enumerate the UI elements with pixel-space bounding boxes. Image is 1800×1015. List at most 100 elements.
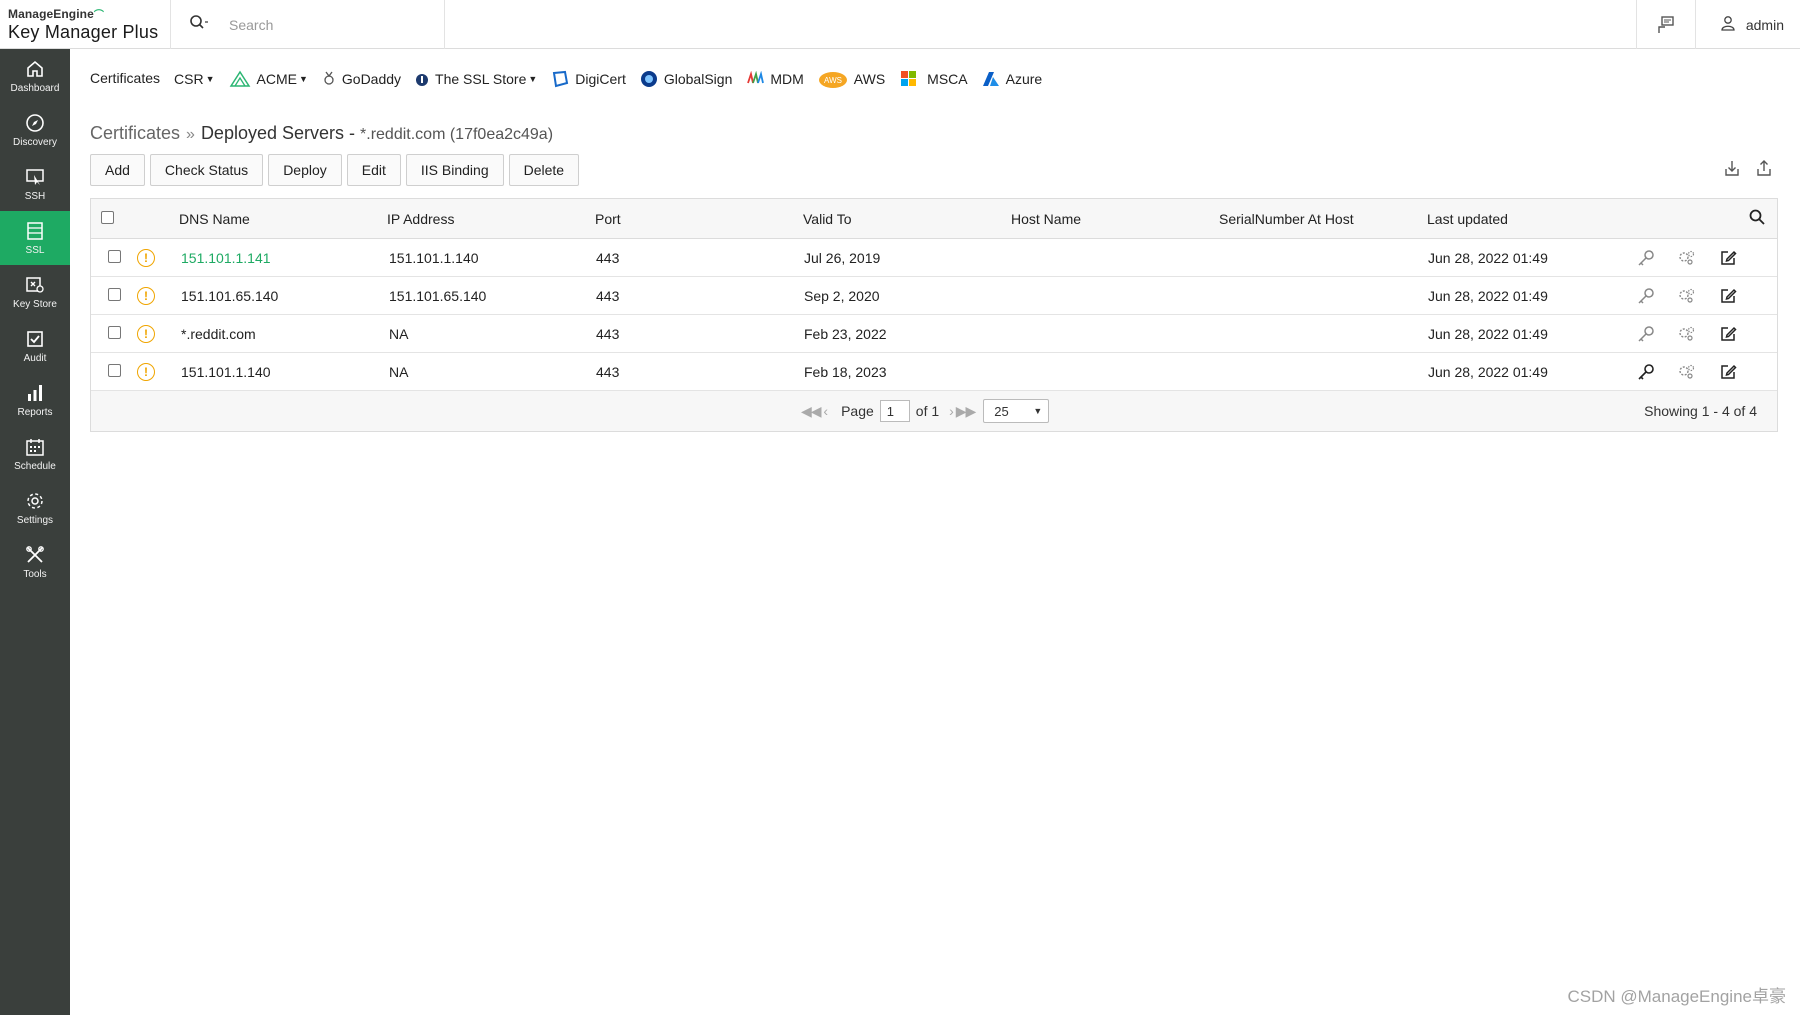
sidebar-item-tools[interactable]: Tools xyxy=(0,535,70,589)
sidebar-item-reports[interactable]: Reports xyxy=(0,373,70,427)
row-checkbox[interactable] xyxy=(108,363,121,380)
sidebar-item-settings[interactable]: Settings xyxy=(0,481,70,535)
page-number-input[interactable]: 1 xyxy=(879,400,910,422)
add-button[interactable]: Add xyxy=(90,154,145,186)
dns-name[interactable]: 151.101.1.140 xyxy=(181,364,271,380)
sidebar-item-label: Reports xyxy=(17,407,53,418)
edit-icon[interactable] xyxy=(1717,247,1739,269)
table-row[interactable]: ! 151.101.1.140 NA 443 Feb 18, 2023 Jun … xyxy=(91,353,1777,391)
next-last-page-icon[interactable]: › ▶▶ xyxy=(949,403,976,420)
warning-icon: ! xyxy=(137,362,155,381)
row-checkbox[interactable] xyxy=(108,287,121,304)
delete-button[interactable]: Delete xyxy=(508,154,580,186)
edit-icon[interactable] xyxy=(1717,361,1739,383)
tab-azure[interactable]: Azure xyxy=(982,70,1042,88)
sidebar-item-ssh[interactable]: SSH xyxy=(0,157,70,211)
sidebar: Dashboard Discovery SSH SSL Key Store Au… xyxy=(0,49,70,1015)
top-header: ManageEngine⌒ Key Manager Plus admin xyxy=(0,0,1800,49)
row-checkbox[interactable] xyxy=(108,249,121,266)
iis-binding-button[interactable]: IIS Binding xyxy=(405,154,504,186)
sidebar-item-dashboard[interactable]: Dashboard xyxy=(0,49,70,103)
svg-text:AWS: AWS xyxy=(824,76,842,85)
sidebar-item-ssl[interactable]: SSL xyxy=(0,211,70,265)
key-icon[interactable] xyxy=(1635,285,1657,307)
tab-globalsign[interactable]: GlobalSign xyxy=(640,70,732,88)
search-icon[interactable] xyxy=(189,14,217,35)
header-host-name[interactable]: Host Name xyxy=(1011,211,1081,227)
select-all-checkbox[interactable] xyxy=(101,210,114,227)
tab-ssl-store[interactable]: The SSL Store ▼ xyxy=(415,70,537,88)
sidebar-item-schedule[interactable]: Schedule xyxy=(0,427,70,481)
dns-name[interactable]: *.reddit.com xyxy=(181,326,256,342)
search-input[interactable] xyxy=(229,16,429,33)
sidebar-item-label: Audit xyxy=(23,353,47,364)
caret-down-icon: ▼ xyxy=(205,74,215,84)
tab-acme[interactable]: ACME ▼ xyxy=(229,70,308,88)
sidebar-item-label: Key Store xyxy=(13,299,57,310)
first-prev-page-icon[interactable]: ◀◀ ‹ xyxy=(801,403,828,420)
export-icon[interactable] xyxy=(1748,154,1780,182)
valid-to: Feb 23, 2022 xyxy=(804,325,887,342)
header-serial-number[interactable]: SerialNumber At Host xyxy=(1219,211,1354,227)
showing-count: Showing 1 - 4 of 4 xyxy=(1644,403,1757,419)
header-last-updated[interactable]: Last updated xyxy=(1427,211,1508,227)
table-search-icon[interactable] xyxy=(1749,209,1765,228)
table-row[interactable]: ! 151.101.1.141 151.101.1.140 443 Jul 26… xyxy=(91,239,1777,277)
breadcrumb-root[interactable]: Certificates xyxy=(90,123,180,143)
import-icon[interactable] xyxy=(1716,154,1748,182)
godaddy-icon xyxy=(322,70,336,88)
tab-digicert[interactable]: DigiCert xyxy=(551,70,626,88)
key-icon[interactable] xyxy=(1635,247,1657,269)
brand-name: ManageEngine xyxy=(8,7,94,21)
tools-icon xyxy=(24,544,46,566)
tab-msca[interactable]: MSCA xyxy=(899,69,968,89)
sidebar-item-label: Dashboard xyxy=(10,83,60,94)
page-size-select[interactable]: 25 ▼ xyxy=(983,399,1050,423)
row-checkbox[interactable] xyxy=(108,325,121,342)
settings-cog-icon[interactable] xyxy=(1676,361,1698,383)
compass-icon xyxy=(24,112,46,134)
tab-csr[interactable]: CSR ▼ xyxy=(174,71,214,87)
header-valid-to[interactable]: Valid To xyxy=(803,211,852,227)
dns-name-link[interactable]: 151.101.1.141 xyxy=(181,250,271,266)
user-menu[interactable]: admin xyxy=(1696,15,1800,34)
ip-address: 151.101.1.140 xyxy=(389,249,479,266)
home-icon xyxy=(24,58,46,80)
last-updated: Jun 28, 2022 01:49 xyxy=(1428,325,1548,342)
ssl-store-icon xyxy=(415,70,429,88)
announcement-icon[interactable] xyxy=(1635,0,1696,49)
ip-address: NA xyxy=(389,363,409,380)
sidebar-item-key-store[interactable]: Key Store xyxy=(0,265,70,319)
settings-cog-icon[interactable] xyxy=(1676,285,1698,307)
tab-aws[interactable]: AWS AWS xyxy=(818,69,885,89)
tab-godaddy[interactable]: GoDaddy xyxy=(322,70,401,88)
tab-mdm[interactable]: MDM xyxy=(746,71,804,87)
page-subtitle: *.reddit.com (17f0ea2c49a) xyxy=(360,126,554,143)
warning-icon: ! xyxy=(137,324,155,343)
header-dns-name[interactable]: DNS Name xyxy=(179,211,250,227)
dns-name[interactable]: 151.101.65.140 xyxy=(181,288,278,304)
tab-certificates[interactable]: Certificates xyxy=(90,70,160,88)
table-row[interactable]: ! 151.101.65.140 151.101.65.140 443 Sep … xyxy=(91,277,1777,315)
edit-icon[interactable] xyxy=(1717,285,1739,307)
sidebar-item-discovery[interactable]: Discovery xyxy=(0,103,70,157)
check-status-button[interactable]: Check Status xyxy=(149,154,264,186)
watermark: CSDN @ManageEngine卓豪 xyxy=(1567,987,1786,1006)
page-title: Deployed Servers - xyxy=(200,123,356,143)
settings-cog-icon[interactable] xyxy=(1676,323,1698,345)
key-icon[interactable] xyxy=(1635,361,1657,383)
edit-button[interactable]: Edit xyxy=(346,154,401,186)
keystore-icon xyxy=(24,274,46,296)
table-row[interactable]: ! *.reddit.com NA 443 Feb 23, 2022 Jun 2… xyxy=(91,315,1777,353)
header-port[interactable]: Port xyxy=(595,211,621,227)
settings-cog-icon[interactable] xyxy=(1676,247,1698,269)
deploy-button[interactable]: Deploy xyxy=(268,154,342,186)
app-logo[interactable]: ManageEngine⌒ Key Manager Plus xyxy=(8,6,158,43)
sidebar-item-audit[interactable]: Audit xyxy=(0,319,70,373)
key-icon[interactable] xyxy=(1635,323,1657,345)
user-name: admin xyxy=(1745,16,1784,33)
pagination-bar: ◀◀ ‹ Page 1 of 1 › ▶▶ 25 ▼ Showing 1 - 4 … xyxy=(91,391,1777,431)
ip-address: 151.101.65.140 xyxy=(389,287,487,304)
edit-icon[interactable] xyxy=(1717,323,1739,345)
header-ip-address[interactable]: IP Address xyxy=(387,211,454,227)
